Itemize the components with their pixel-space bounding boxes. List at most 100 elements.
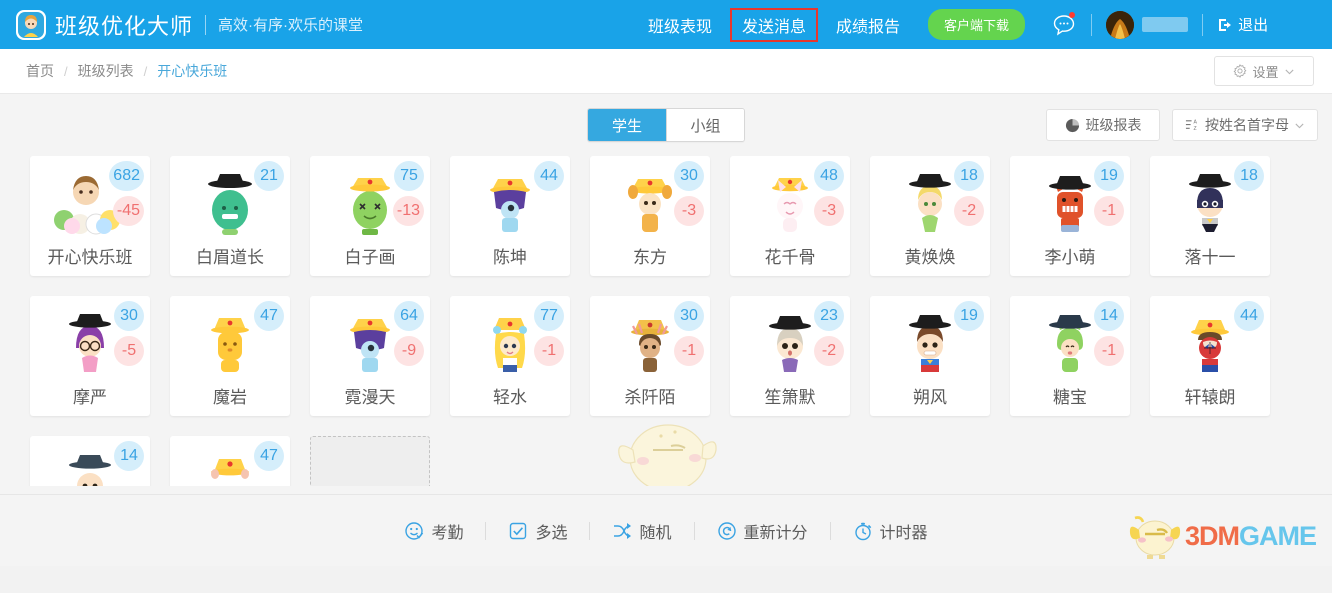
student-card[interactable]: 30 -3 东方	[590, 156, 710, 276]
student-card[interactable]: 19 -1 李小萌	[1010, 156, 1130, 276]
positive-score-badge[interactable]: 14	[114, 441, 144, 471]
positive-score-badge[interactable]: 75	[394, 161, 424, 191]
tab-students[interactable]: 学生	[588, 109, 666, 141]
negative-score-badge[interactable]: -3	[814, 196, 844, 226]
negative-score-badge[interactable]: -1	[1094, 196, 1124, 226]
positive-score-badge[interactable]: 682	[109, 161, 144, 191]
add-student-placeholder-card[interactable]	[310, 436, 430, 486]
positive-score-badge[interactable]: 44	[534, 161, 564, 191]
student-card[interactable]: 47	[170, 436, 290, 486]
positive-score-badge[interactable]: 48	[814, 161, 844, 191]
brand-title: 班级优化大师	[55, 13, 194, 39]
positive-score-badge[interactable]: 44	[1234, 301, 1264, 331]
view-mode-tabs: 学生 小组	[587, 108, 745, 142]
nav-item-send-message[interactable]: 发送消息	[730, 7, 819, 42]
svg-text:A: A	[1193, 119, 1197, 125]
sort-alpha-icon: A Z	[1185, 119, 1197, 132]
positive-score-badge[interactable]: 18	[954, 161, 984, 191]
app-header: 班级优化大师 高效·有序·欢乐的课堂 班级表现 发送消息 成绩报告 客户端下载	[0, 0, 1332, 49]
student-card[interactable]: 18 -2 黄焕焕	[870, 156, 990, 276]
positive-score-badge[interactable]: 19	[1094, 161, 1124, 191]
negative-score-badge[interactable]: -2	[954, 196, 984, 226]
brand-divider	[205, 14, 207, 35]
rescore-button[interactable]: 重新计分	[695, 519, 830, 543]
negative-score-badge[interactable]: -1	[674, 336, 704, 366]
student-grid-scroll[interactable]: 682 -45 开心快乐班 21 白眉道长 75 -13 白子画 44 陈坤 3…	[0, 156, 1332, 486]
negative-score-badge[interactable]: -13	[392, 196, 424, 226]
student-card[interactable]: 75 -13 白子画	[310, 156, 430, 276]
student-card[interactable]: 23 -2 笙箫默	[730, 296, 850, 416]
avatar[interactable]	[1106, 10, 1135, 39]
nav-item-grade-report[interactable]: 成绩报告	[824, 8, 912, 42]
header-divider-1	[1091, 13, 1093, 36]
nav-item-class-performance[interactable]: 班级表现	[636, 8, 724, 42]
student-card[interactable]: 48 -3 花千骨	[730, 156, 850, 276]
attendance-label: 考勤	[431, 524, 464, 542]
student-card[interactable]: 14	[30, 436, 150, 486]
student-card[interactable]: 19 朔风	[870, 296, 990, 416]
student-card[interactable]: 21 白眉道长	[170, 156, 290, 276]
student-card[interactable]: 30 -1 杀阡陌	[590, 296, 710, 416]
positive-score-badge[interactable]: 18	[1234, 161, 1264, 191]
breadcrumb: 首页 / 班级列表 / 开心快乐班 设置	[0, 49, 1332, 94]
negative-score-badge[interactable]: -1	[534, 336, 564, 366]
timer-icon	[854, 522, 871, 540]
download-client-button[interactable]: 客户端下载	[928, 9, 1026, 40]
negative-score-badge[interactable]: -5	[114, 336, 144, 366]
negative-score-badge[interactable]: -45	[112, 196, 144, 226]
random-label: 随机	[639, 524, 672, 542]
negative-score-badge[interactable]: -2	[814, 336, 844, 366]
tab-groups[interactable]: 小组	[666, 109, 744, 141]
negative-score-badge[interactable]: -1	[1094, 336, 1124, 366]
student-card[interactable]: 64 -9 霓漫天	[310, 296, 430, 416]
student-card[interactable]: 77 -1 轻水	[450, 296, 570, 416]
positive-score-badge[interactable]: 19	[954, 301, 984, 331]
student-card[interactable]: 44 轩辕朗	[1150, 296, 1270, 416]
content-toolbar: 学生 小组 班级报表 A Z 按姓名首字母	[0, 94, 1332, 156]
negative-score-badge[interactable]: -3	[674, 196, 704, 226]
refresh-icon	[717, 521, 736, 540]
app-logo-icon	[16, 9, 46, 40]
class-report-button[interactable]: 班级报表	[1046, 109, 1160, 141]
positive-score-badge[interactable]: 21	[254, 161, 284, 191]
timer-button[interactable]: 计时器	[831, 519, 950, 543]
positive-score-badge[interactable]: 30	[114, 301, 144, 331]
multiselect-button[interactable]: 多选	[486, 519, 589, 543]
breadcrumb-item-home[interactable]: 首页	[26, 61, 54, 81]
sort-order-label: 按姓名首字母	[1205, 117, 1289, 133]
attendance-button[interactable]: 考勤	[382, 519, 485, 543]
student-name: 东方	[633, 248, 667, 267]
random-button[interactable]: 随机	[590, 519, 693, 543]
positive-score-badge[interactable]: 30	[674, 161, 704, 191]
student-name: 笙箫默	[764, 388, 816, 407]
student-card[interactable]: 18 落十一	[1150, 156, 1270, 276]
settings-button[interactable]: 设置	[1214, 56, 1314, 86]
breadcrumb-separator-2: /	[143, 63, 148, 79]
positive-score-badge[interactable]: 30	[674, 301, 704, 331]
positive-score-badge[interactable]: 47	[254, 301, 284, 331]
chat-bubble-icon[interactable]	[1051, 11, 1077, 38]
negative-score-badge[interactable]: -9	[394, 336, 424, 366]
positive-score-badge[interactable]: 47	[254, 441, 284, 471]
student-name: 杀阡陌	[624, 388, 676, 407]
student-card[interactable]: 47 魔岩	[170, 296, 290, 416]
pie-chart-icon	[1065, 118, 1079, 132]
student-name: 糖宝	[1053, 388, 1087, 407]
positive-score-badge[interactable]: 77	[534, 301, 564, 331]
student-card[interactable]: 682 -45 开心快乐班	[30, 156, 150, 276]
sort-order-dropdown[interactable]: A Z 按姓名首字母	[1172, 109, 1318, 141]
positive-score-badge[interactable]: 64	[394, 301, 424, 331]
student-name: 朔风	[913, 388, 947, 407]
logout-button[interactable]: 退出	[1217, 14, 1268, 35]
logout-icon	[1219, 18, 1232, 31]
breadcrumb-item-class-list[interactable]: 班级列表	[78, 61, 134, 81]
student-card[interactable]: 30 -5 摩严	[30, 296, 150, 416]
student-name: 李小萌	[1044, 248, 1096, 267]
student-card[interactable]: 14 -1 糖宝	[1010, 296, 1130, 416]
student-card[interactable]: 44 陈坤	[450, 156, 570, 276]
positive-score-badge[interactable]: 14	[1094, 301, 1124, 331]
student-name: 轩辕朗	[1184, 388, 1236, 407]
breadcrumb-item-current-class[interactable]: 开心快乐班	[157, 61, 227, 81]
student-grid: 682 -45 开心快乐班 21 白眉道长 75 -13 白子画 44 陈坤 3…	[30, 156, 1302, 486]
positive-score-badge[interactable]: 23	[814, 301, 844, 331]
